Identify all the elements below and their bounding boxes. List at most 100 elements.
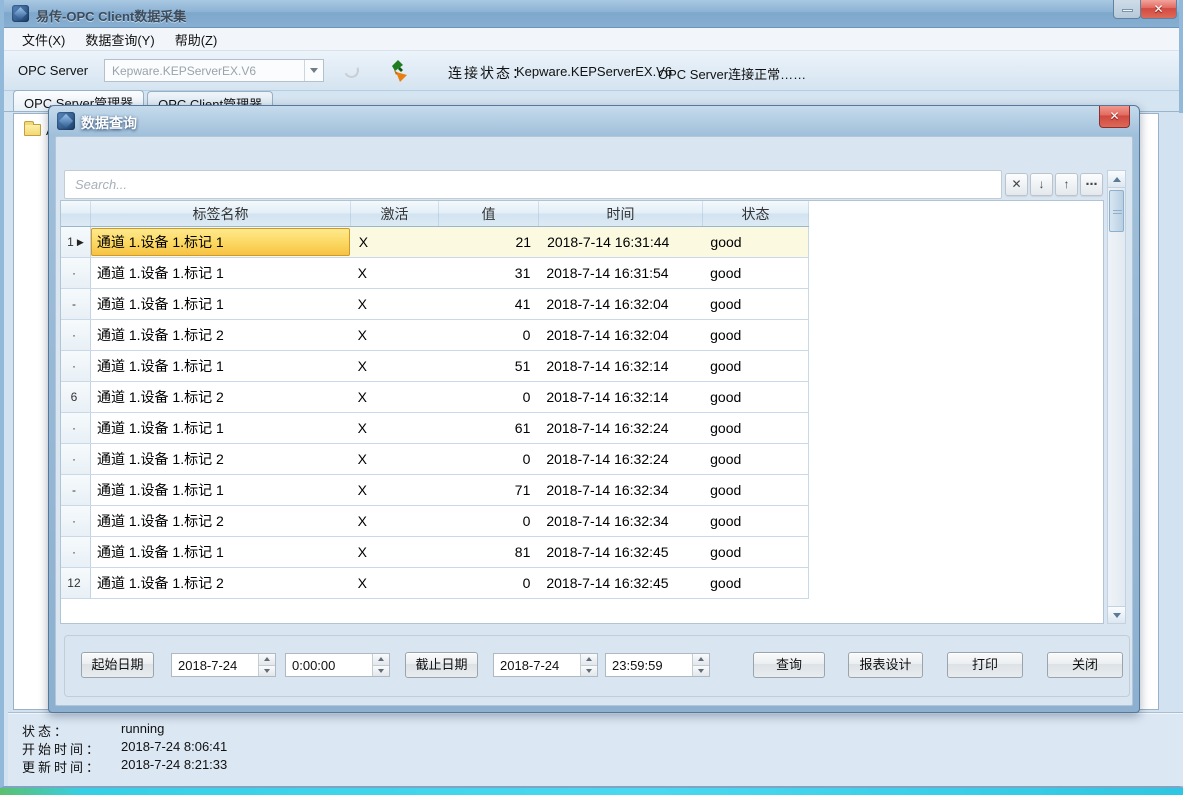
column-header-tag[interactable]: 标签名称 [91, 201, 351, 226]
cell-active[interactable]: X [352, 227, 440, 257]
column-header-value[interactable]: 值 [439, 201, 539, 226]
dialog-close-button[interactable]: ✕ [1099, 106, 1130, 128]
cell-status[interactable]: good [702, 289, 808, 319]
row-header[interactable]: - [61, 475, 91, 505]
cell-active[interactable]: X [351, 320, 439, 350]
cell-time[interactable]: 2018-7-14 16:32:45 [538, 537, 702, 567]
end-time-input[interactable] [606, 654, 692, 676]
row-header[interactable]: · [61, 444, 91, 474]
cell-value[interactable]: 0 [438, 444, 538, 474]
cell-active[interactable]: X [351, 537, 439, 567]
cell-tag[interactable]: 通道 1.设备 1.标记 2 [91, 382, 351, 412]
spin-up-icon[interactable] [693, 654, 709, 666]
cell-tag[interactable]: 通道 1.设备 1.标记 1 [91, 289, 351, 319]
cell-tag[interactable]: 通道 1.设备 1.标记 1 [91, 537, 351, 567]
end-date-spinner[interactable] [580, 654, 597, 676]
cell-value[interactable]: 61 [438, 413, 538, 443]
cell-tag[interactable]: 通道 1.设备 1.标记 2 [91, 444, 351, 474]
row-header[interactable]: · [61, 537, 91, 567]
spin-up-icon[interactable] [259, 654, 275, 666]
table-row[interactable]: · 通道 1.设备 1.标记 1 X 81 2018-7-14 16:32:45… [61, 537, 809, 568]
cell-time[interactable]: 2018-7-14 16:32:34 [538, 506, 702, 536]
cell-active[interactable]: X [351, 506, 439, 536]
scroll-down-icon[interactable] [1108, 606, 1125, 623]
table-row[interactable]: · 通道 1.设备 1.标记 2 X 0 2018-7-14 16:32:34 … [61, 506, 809, 537]
more-button[interactable]: ⋯ [1080, 173, 1103, 196]
cell-value[interactable]: 71 [438, 475, 538, 505]
search-input[interactable] [64, 170, 1002, 199]
dialog-close-action-button[interactable]: 关闭 [1047, 652, 1123, 678]
cell-tag[interactable]: 通道 1.设备 1.标记 2 [91, 506, 351, 536]
cell-tag[interactable]: 通道 1.设备 1.标记 1 [91, 258, 351, 288]
start-date-spinner[interactable] [258, 654, 275, 676]
cell-value[interactable]: 51 [438, 351, 538, 381]
row-header[interactable]: 12 [61, 568, 91, 598]
table-row[interactable]: - 通道 1.设备 1.标记 1 X 71 2018-7-14 16:32:34… [61, 475, 809, 506]
cell-status[interactable]: good [702, 227, 808, 257]
table-row[interactable]: 6 通道 1.设备 1.标记 2 X 0 2018-7-14 16:32:14 … [61, 382, 809, 413]
spin-up-icon[interactable] [581, 654, 597, 666]
cell-time[interactable]: 2018-7-14 16:32:14 [538, 382, 702, 412]
table-row[interactable]: · 通道 1.设备 1.标记 1 X 31 2018-7-14 16:31:54… [61, 258, 809, 289]
cell-time[interactable]: 2018-7-14 16:32:34 [538, 475, 702, 505]
cell-status[interactable]: good [702, 320, 808, 350]
row-header[interactable]: · [61, 351, 91, 381]
dialog-titlebar[interactable]: 数据查询 ✕ [49, 106, 1139, 136]
end-date-input[interactable] [494, 654, 580, 676]
print-button[interactable]: 打印 [947, 652, 1023, 678]
table-row[interactable]: 12 通道 1.设备 1.标记 2 X 0 2018-7-14 16:32:45… [61, 568, 809, 599]
cell-status[interactable]: good [702, 506, 808, 536]
cell-status[interactable]: good [702, 258, 808, 288]
cell-active[interactable]: X [351, 444, 439, 474]
start-time-input[interactable] [286, 654, 372, 676]
row-header[interactable]: 1▶ [61, 227, 91, 257]
column-header-status[interactable]: 状态 [703, 201, 809, 226]
connect-icon[interactable] [386, 60, 408, 82]
titlebar[interactable]: 易传-OPC Client数据采集 ✕ [4, 0, 1179, 28]
cell-value[interactable]: 0 [438, 382, 538, 412]
cell-status[interactable]: good [702, 568, 808, 598]
cell-time[interactable]: 2018-7-14 16:32:45 [538, 568, 702, 598]
cell-value[interactable]: 21 [439, 227, 539, 257]
cell-tag[interactable]: 通道 1.设备 1.标记 2 [91, 568, 351, 598]
table-row[interactable]: · 通道 1.设备 1.标记 1 X 51 2018-7-14 16:32:14… [61, 351, 809, 382]
cell-status[interactable]: good [702, 475, 808, 505]
start-date-button[interactable]: 起始日期 [81, 652, 154, 678]
cell-time[interactable]: 2018-7-14 16:31:44 [539, 227, 702, 257]
row-header[interactable]: · [61, 320, 91, 350]
menu-data-query[interactable]: 数据查询(Y) [77, 28, 162, 51]
table-row[interactable]: · 通道 1.设备 1.标记 1 X 61 2018-7-14 16:32:24… [61, 413, 809, 444]
cell-active[interactable]: X [351, 382, 439, 412]
cell-tag[interactable]: 通道 1.设备 1.标记 1 [91, 413, 351, 443]
cell-time[interactable]: 2018-7-14 16:32:04 [538, 289, 702, 319]
cell-tag[interactable]: 通道 1.设备 1.标记 2 [91, 320, 351, 350]
spin-up-icon[interactable] [373, 654, 389, 666]
start-time-spinner[interactable] [372, 654, 389, 676]
cell-time[interactable]: 2018-7-14 16:32:24 [538, 413, 702, 443]
cell-status[interactable]: good [702, 382, 808, 412]
cell-value[interactable]: 0 [438, 320, 538, 350]
table-row[interactable]: 1▶ 通道 1.设备 1.标记 1 X 21 2018-7-14 16:31:4… [61, 227, 809, 258]
cell-value[interactable]: 0 [438, 506, 538, 536]
cell-tag[interactable]: 通道 1.设备 1.标记 1 [91, 475, 351, 505]
cell-active[interactable]: X [351, 289, 439, 319]
cell-status[interactable]: good [702, 444, 808, 474]
table-row[interactable]: · 通道 1.设备 1.标记 2 X 0 2018-7-14 16:32:04 … [61, 320, 809, 351]
cell-value[interactable]: 41 [438, 289, 538, 319]
query-button[interactable]: 查询 [753, 652, 825, 678]
row-header[interactable]: · [61, 258, 91, 288]
start-date-input[interactable] [172, 654, 258, 676]
column-header-time[interactable]: 时间 [539, 201, 703, 226]
end-time-spinner[interactable] [692, 654, 709, 676]
end-date-button[interactable]: 截止日期 [405, 652, 478, 678]
menu-help[interactable]: 帮助(Z) [167, 28, 226, 51]
row-header[interactable]: · [61, 413, 91, 443]
chevron-down-icon[interactable] [304, 60, 323, 81]
row-header[interactable]: - [61, 289, 91, 319]
cell-tag[interactable]: 通道 1.设备 1.标记 1 [91, 351, 351, 381]
opc-server-combobox[interactable]: Kepware.KEPServerEX.V6 [104, 59, 324, 82]
report-design-button[interactable]: 报表设计 [848, 652, 923, 678]
cell-value[interactable]: 0 [438, 568, 538, 598]
cell-time[interactable]: 2018-7-14 16:32:04 [538, 320, 702, 350]
cell-value[interactable]: 81 [438, 537, 538, 567]
